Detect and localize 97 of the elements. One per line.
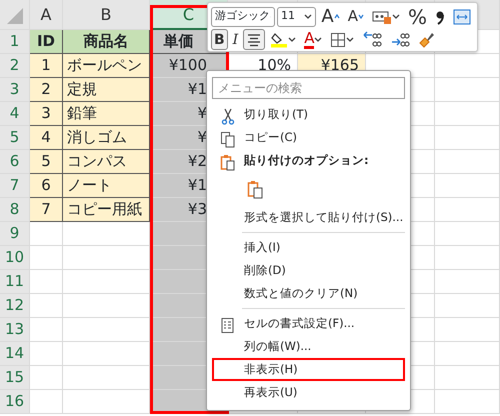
table-cell: コンパス	[63, 150, 150, 174]
table-cell: 7	[30, 198, 63, 222]
table-cell	[435, 294, 500, 318]
table-cell	[30, 318, 63, 342]
row-header[interactable]: 6	[0, 150, 30, 174]
scissors-icon	[220, 108, 236, 125]
clipboard-icon	[247, 180, 263, 198]
row-header[interactable]: 3	[0, 78, 30, 102]
font-color-button[interactable]: A	[301, 29, 326, 50]
row-header[interactable]: 15	[0, 366, 30, 390]
table-cell	[435, 126, 500, 150]
table-cell: 消しゴム	[63, 126, 150, 150]
table-cell: ボールペン	[63, 54, 150, 78]
menu-item[interactable]: 数式と値のクリア(N)	[212, 282, 405, 305]
menu-item[interactable]: 挿入(I)	[212, 236, 405, 259]
format-cells-icon	[220, 317, 236, 334]
table-cell: 6	[30, 174, 63, 198]
table-cell	[435, 366, 500, 390]
table-cell	[435, 246, 500, 270]
table-cell	[30, 366, 63, 390]
row-header[interactable]: 11	[0, 270, 30, 294]
row-header[interactable]: 5	[0, 126, 30, 150]
table-cell	[435, 342, 500, 366]
column-header[interactable]: A	[30, 0, 63, 30]
paint-bucket-icon	[270, 31, 288, 48]
row-header[interactable]: 4	[0, 102, 30, 126]
caret-icon	[304, 14, 312, 20]
row-header[interactable]: 12	[0, 294, 30, 318]
table-cell: 鉛筆	[63, 102, 150, 126]
copy-icon	[220, 131, 236, 148]
merge-cells-icon	[453, 8, 471, 24]
table-cell	[30, 342, 63, 366]
table-cell: 2	[30, 78, 63, 102]
table-cell: 3	[30, 102, 63, 126]
bold-button[interactable]: B	[211, 29, 228, 50]
row-header[interactable]: 14	[0, 342, 30, 366]
table-cell	[435, 54, 500, 78]
comma-icon	[435, 8, 445, 24]
table-cell	[435, 222, 500, 246]
menu-search-field[interactable]: メニューの検索	[212, 77, 405, 99]
row-header[interactable]: 9	[0, 222, 30, 246]
align-center-button[interactable]	[243, 29, 266, 50]
font-dropdown[interactable]: 游ゴシック	[211, 6, 275, 26]
row-header[interactable]: 2	[0, 54, 30, 78]
menu-item[interactable]: セルの書式設定(F)...	[212, 312, 405, 335]
brush-icon	[418, 31, 436, 48]
caret-icon	[334, 14, 340, 19]
row-header[interactable]: 10	[0, 246, 30, 270]
table-cell	[435, 270, 500, 294]
arrow-left-dots-icon	[362, 31, 382, 48]
table-cell	[435, 390, 500, 414]
align-center-icon	[246, 32, 262, 46]
table-cell: ID	[30, 30, 63, 54]
clipboard-icon	[220, 154, 236, 171]
triangle-icon	[6, 6, 24, 25]
row-header[interactable]: 8	[0, 198, 30, 222]
grow-font-button[interactable]: A	[318, 6, 343, 27]
arrow-right-dots-icon	[390, 31, 410, 48]
row-header[interactable]: 16	[0, 390, 30, 414]
table-cell	[435, 78, 500, 102]
number-format-icon	[372, 8, 392, 24]
table-cell	[435, 150, 500, 174]
menu-item[interactable]: 非表示(H)	[212, 358, 405, 381]
table-cell: 1	[30, 54, 63, 78]
table-cell	[435, 102, 500, 126]
table-cell: 5	[30, 150, 63, 174]
caret-icon	[358, 14, 364, 19]
row-header[interactable]: 7	[0, 174, 30, 198]
row-header[interactable]: 13	[0, 318, 30, 342]
table-cell	[30, 270, 63, 294]
percent-button[interactable]: %	[404, 6, 430, 27]
table-cell	[30, 222, 63, 246]
table-cell	[30, 294, 63, 318]
table-cell	[435, 198, 500, 222]
caret-icon	[346, 36, 354, 42]
shrink-font-button[interactable]: A	[344, 6, 367, 27]
caret-icon	[288, 36, 296, 42]
table-cell: ノート	[63, 174, 150, 198]
table-cell	[435, 318, 500, 342]
table-cell	[435, 174, 500, 198]
table-cell: 商品名	[63, 30, 150, 54]
table-cell: コピー用紙	[63, 198, 150, 222]
menu-item[interactable]: 再表示(U)	[212, 381, 405, 404]
table-cell	[30, 390, 63, 414]
table-cell: 定規	[63, 78, 150, 102]
row-header[interactable]: 1	[0, 30, 30, 54]
font-size-dropdown[interactable]: 11	[277, 6, 316, 26]
caret-icon	[392, 14, 400, 20]
table-cell: 4	[30, 126, 63, 150]
borders-icon	[330, 32, 346, 48]
italic-button[interactable]: I	[230, 29, 242, 50]
caret-icon	[314, 36, 322, 42]
menu-item[interactable]: 列の幅(W)...	[212, 335, 405, 358]
table-cell	[30, 246, 63, 270]
menu-item[interactable]: 削除(D)	[212, 259, 405, 282]
column-header[interactable]: B	[63, 0, 150, 30]
section-label: 貼り付けのオプション:	[244, 152, 369, 169]
